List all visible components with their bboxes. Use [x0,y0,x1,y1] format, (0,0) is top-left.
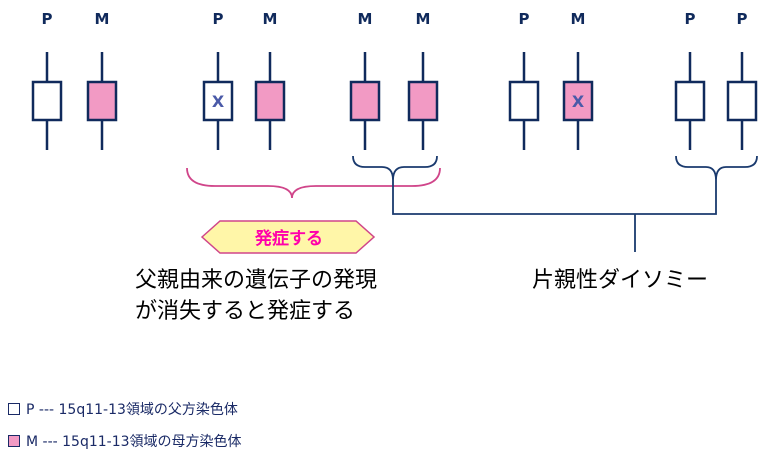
chromosome-p: P [508,10,540,150]
chromosome-m: MX [562,10,594,150]
chromosome-body [349,80,381,122]
deletion-x-mark: X [212,92,225,111]
caption-right: 片親性ダイソミー [532,268,709,293]
legend-maternal: M --- 15q11-13領域の母方染色体 [8,431,242,451]
chromosome-m: M [349,10,381,150]
chromosome-body [31,80,63,122]
chromosome-label: P [213,10,224,28]
chromosome-p: P [674,10,706,150]
chromosome-label: M [416,10,431,28]
chromosome-label: M [358,10,373,28]
chromosome-body [508,80,540,122]
navy-brace-right [675,155,758,181]
deletion-x-mark: X [572,92,585,111]
onset-badge-text: 発症する [254,228,323,249]
chromosome-p: P [726,10,758,150]
caption-left: 父親由来の遺伝子の発現 が消失すると発症する [135,265,377,327]
maternal-swatch-icon [8,435,20,447]
chromosome-label: M [571,10,586,28]
chromosome-label: P [685,10,696,28]
caption-left-line1: 父親由来の遺伝子の発現 [135,268,378,293]
chromosome-m: M [254,10,286,150]
chromosome-body [674,80,706,122]
chromosome-body [407,80,439,122]
pink-brace [186,167,441,199]
chromosome-p: P [31,10,63,150]
diagram-canvas: P M PXM M M P MXP P 発症する [31,10,758,254]
chromosome-group: P M PXM M M P MXP P [31,10,758,150]
paternal-swatch-icon [8,403,20,415]
chromosome-label: P [737,10,748,28]
legend-maternal-text: M --- 15q11-13領域の母方染色体 [26,434,242,450]
chromosome-m: M [407,10,439,150]
legend-paternal-text: P --- 15q11-13領域の父方染色体 [26,402,238,418]
udp-connector [392,180,717,252]
chromosome-m: M [86,10,118,150]
chromosome-p: PX [202,10,234,150]
caption-left-line2: が消失すると発症する [135,299,356,324]
chromosome-label: P [42,10,53,28]
legend-paternal: P --- 15q11-13領域の父方染色体 [8,399,238,419]
navy-brace-left [352,155,438,181]
chromosome-label: M [95,10,110,28]
chromosome-label: M [263,10,278,28]
chromosome-body [86,80,118,122]
chromosome-label: P [519,10,530,28]
chromosome-body [254,80,286,122]
chromosome-body [726,80,758,122]
